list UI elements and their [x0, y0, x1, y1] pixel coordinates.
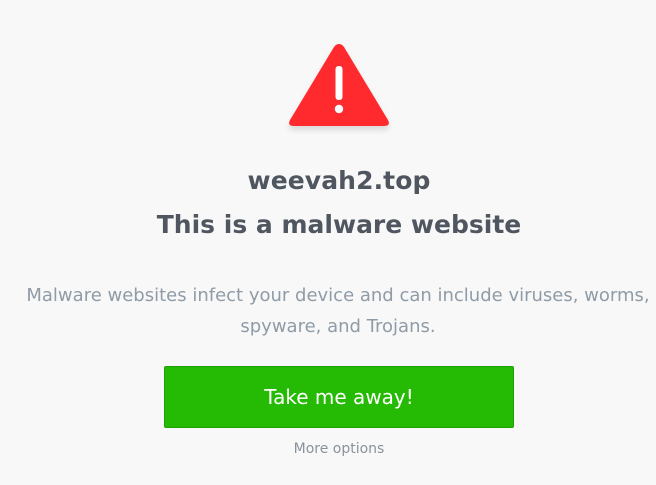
site-domain: weevah2.top [247, 166, 431, 195]
warning-description: Malware websites infect your device and … [26, 285, 650, 337]
warning-triangle-icon [289, 44, 389, 126]
page-title: This is a malware website [156, 210, 522, 239]
malware-warning-page: weevah2.top This is a malware website Ma… [0, 0, 656, 485]
more-options-link[interactable]: More options [164, 441, 514, 457]
take-me-away-button[interactable]: Take me away! [164, 366, 514, 428]
